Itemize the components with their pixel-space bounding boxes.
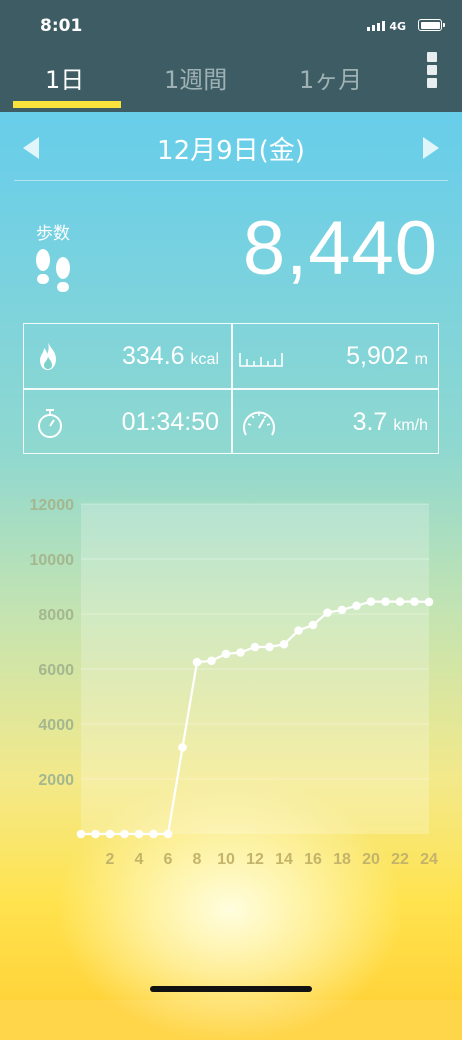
ruler-icon — [239, 353, 283, 367]
x-tick-label: 16 — [304, 851, 322, 868]
date-divider — [14, 180, 448, 181]
data-point — [410, 597, 419, 606]
speed-value: 3.7 — [352, 408, 388, 436]
data-point — [395, 597, 405, 606]
x-tick-label: 22 — [391, 851, 409, 868]
steps-label: 歩数 — [36, 224, 70, 244]
current-date: 12月9日(金) — [157, 136, 305, 166]
stopwatch-icon — [38, 409, 62, 438]
data-point — [120, 829, 129, 839]
y-tick-label: 2000 — [38, 772, 74, 789]
data-point — [134, 829, 144, 839]
battery-icon — [418, 19, 445, 31]
data-point — [76, 829, 86, 839]
data-point — [352, 601, 361, 611]
data-point — [424, 597, 434, 607]
data-point — [265, 642, 274, 652]
flame-icon — [40, 342, 56, 370]
x-tick-label: 20 — [362, 851, 380, 868]
speed-metric: 3.7 km/h — [353, 408, 428, 437]
next-day-arrow-icon[interactable] — [423, 137, 439, 159]
data-point — [294, 626, 303, 635]
signal-icon — [367, 21, 385, 31]
x-tick-label: 14 — [275, 851, 293, 868]
y-tick-label: 12000 — [30, 497, 75, 514]
status-bar: 8:01 4G — [0, 0, 462, 56]
x-tick-label: 18 — [333, 851, 351, 868]
y-tick-label: 6000 — [38, 662, 74, 679]
data-point — [149, 829, 158, 839]
data-point — [192, 657, 202, 667]
grid-divider-horizontal — [24, 388, 438, 390]
x-tick-label: 12 — [246, 851, 264, 868]
y-tick-label: 8000 — [38, 607, 74, 624]
speed-unit: km/h — [393, 417, 428, 434]
data-point — [337, 605, 347, 615]
data-point — [91, 829, 100, 839]
data-point — [236, 648, 245, 657]
speedometer-icon — [243, 411, 275, 436]
calories-metric: 334.6 kcal — [122, 342, 219, 371]
calories-unit: kcal — [190, 351, 219, 368]
footprints-icon — [36, 249, 70, 292]
data-point — [279, 639, 289, 649]
network-type: 4G — [389, 20, 406, 33]
more-menu-icon[interactable] — [427, 52, 439, 91]
data-point — [163, 829, 173, 839]
y-tick-label: 10000 — [30, 552, 75, 569]
tab-bar: 1日 1週間 1ヶ月 — [0, 56, 462, 112]
x-tick-label: 6 — [164, 851, 173, 868]
data-point — [366, 597, 376, 606]
duration-value: 01:34:50 — [121, 408, 219, 436]
distance-unit: m — [414, 351, 428, 368]
data-point — [323, 608, 332, 617]
steps-count: 8,440 — [242, 206, 438, 291]
data-point — [178, 743, 187, 752]
tab-day[interactable]: 1日 — [45, 60, 84, 95]
steps-chart: 200040006000800010000120002 4 6 8 10 12 14 16 18… — [30, 497, 439, 868]
x-tick-label: 4 — [135, 851, 144, 868]
calories-value: 334.6 — [121, 342, 185, 370]
data-point — [308, 620, 318, 630]
y-tick-label: 4000 — [38, 717, 74, 734]
tab-week[interactable]: 1週間 — [164, 60, 227, 95]
data-point — [221, 649, 231, 659]
home-indicator — [150, 986, 312, 992]
data-point — [381, 597, 390, 606]
tab-month[interactable]: 1ヶ月 — [299, 60, 362, 95]
x-tick-label: 24 — [420, 851, 438, 868]
x-tick-label: 10 — [217, 851, 235, 868]
x-tick-label: 2 — [106, 851, 115, 868]
metrics-grid: 334.6 kcal 5,902 m 01:34:50 3.7 km/h — [23, 323, 439, 454]
data-point — [207, 656, 216, 666]
active-tab-indicator — [13, 101, 121, 108]
distance-value: 5,902 — [346, 342, 409, 370]
status-time: 8:01 — [40, 16, 83, 36]
x-tick-label: 8 — [193, 851, 202, 868]
data-point — [105, 829, 115, 839]
distance-metric: 5,902 m — [346, 342, 428, 371]
data-point — [250, 642, 260, 652]
